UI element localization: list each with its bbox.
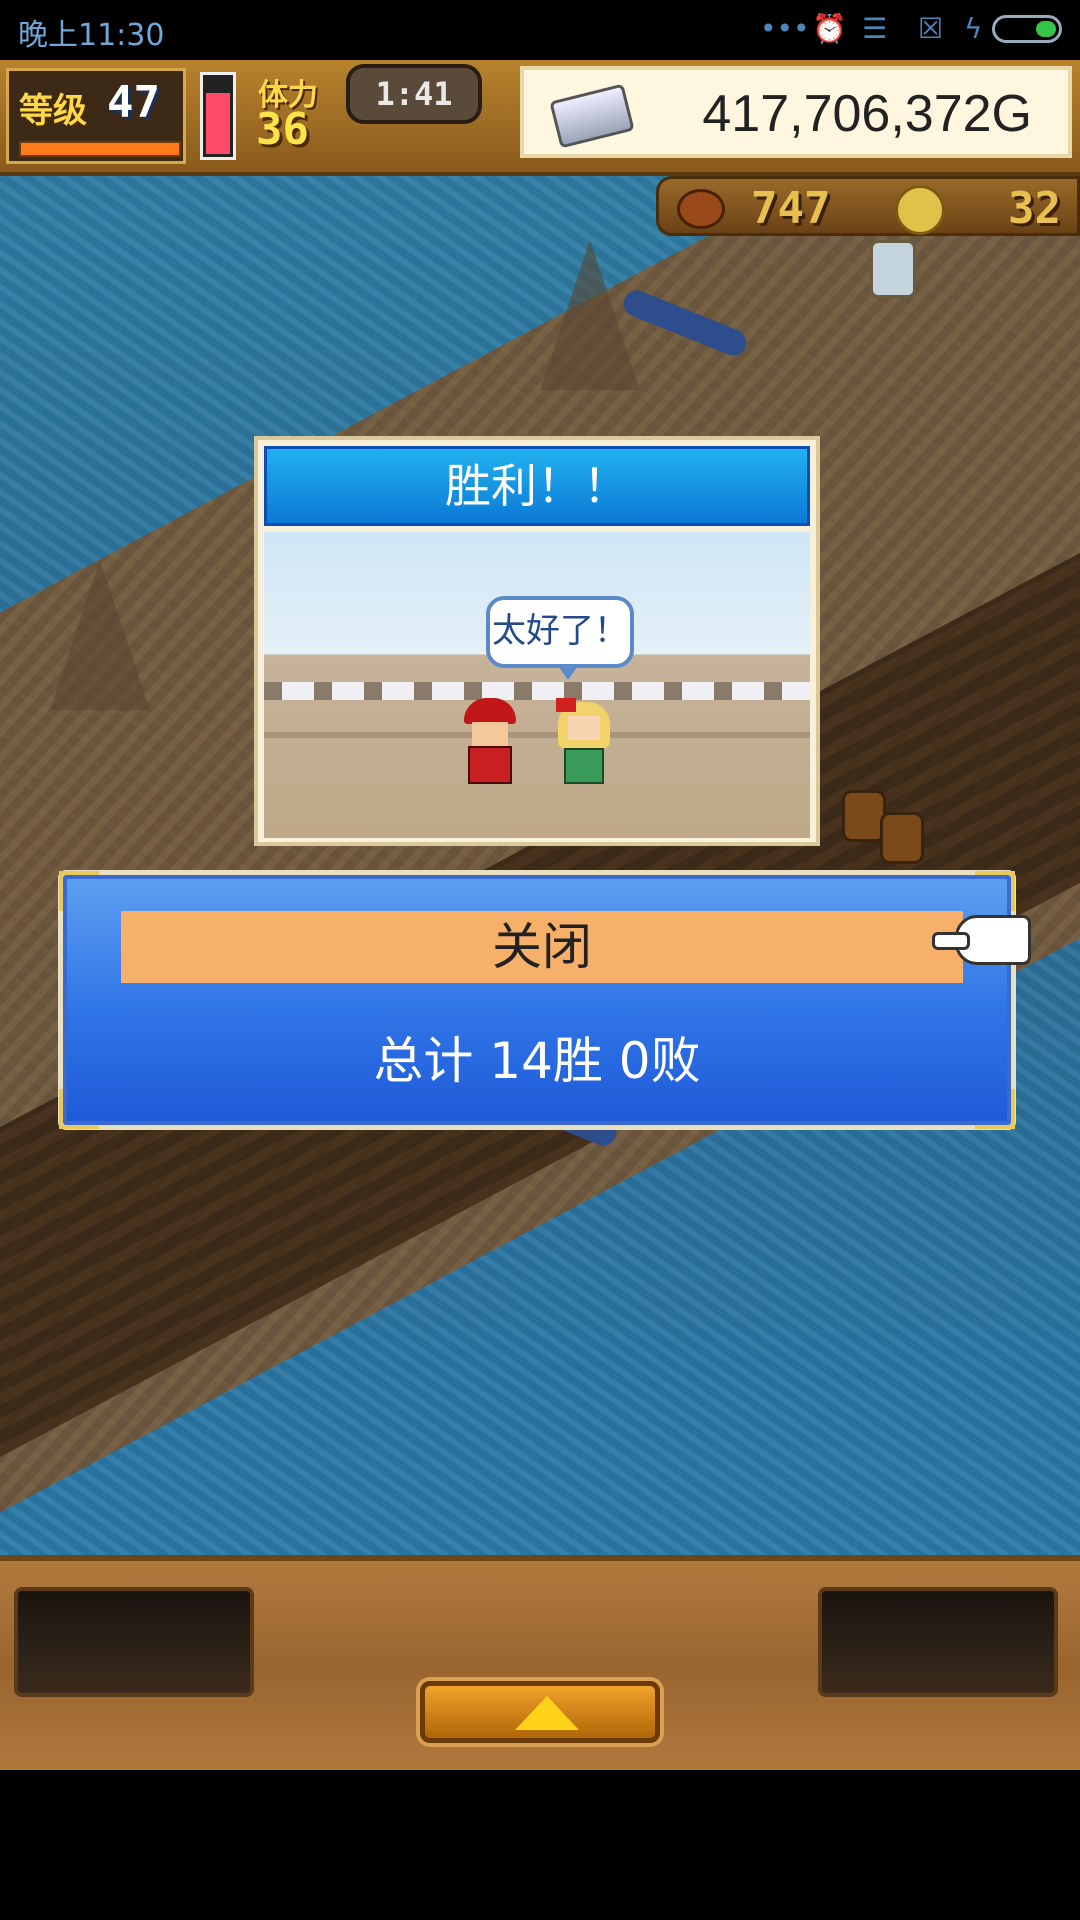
food-value: 747 xyxy=(751,183,831,234)
charging-icon: ϟ xyxy=(964,12,983,45)
medal-value: 32 xyxy=(1008,183,1061,234)
no-sim-icon: ☒ xyxy=(918,12,944,45)
victory-scene: 太好了！ xyxy=(264,532,810,838)
battery-icon xyxy=(992,15,1062,43)
rigging-net xyxy=(540,240,640,390)
up-arrow-icon xyxy=(515,1696,579,1730)
corner-ornament xyxy=(975,1089,1015,1129)
pirate-captain-sprite xyxy=(462,698,518,784)
money-value: 417,706,372G xyxy=(702,85,1032,143)
left-panel-slot[interactable] xyxy=(14,1587,254,1697)
bottom-panel xyxy=(0,1555,1080,1776)
corner-ornament xyxy=(975,871,1015,911)
level-label: 等级 xyxy=(19,91,87,131)
corner-ornament xyxy=(59,1089,99,1129)
silver-bar-icon xyxy=(549,83,635,149)
win-loss-record: 总计 14胜 0败 xyxy=(373,1032,701,1090)
more-dots-icon: ••• xyxy=(760,12,810,45)
timer: 1:41 xyxy=(346,64,482,124)
status-time: 晚上11:30 xyxy=(18,18,165,53)
stamina-gauge xyxy=(200,72,236,160)
deck-plank xyxy=(264,732,810,738)
speech-bubble-tail xyxy=(558,666,578,680)
rigging-net xyxy=(50,560,150,710)
level-value: 47 xyxy=(107,77,160,128)
right-panel-slot[interactable] xyxy=(818,1587,1058,1697)
wifi-icon: ☰ xyxy=(862,12,888,45)
top-hud: 等级 47 体力 36 1:41 417,706,372G xyxy=(0,60,1080,176)
barrel xyxy=(880,812,924,864)
exp-bar xyxy=(19,141,181,157)
deck-lamp xyxy=(870,240,916,298)
status-bar: 晚上11:30 ••• ⏰ ☰ ☒ ϟ xyxy=(0,0,1080,60)
gold-medal-icon xyxy=(895,185,945,235)
result-window: 关闭 总计 14胜 0败 xyxy=(58,870,1031,1130)
pointing-hand-icon xyxy=(932,915,1031,965)
meat-icon xyxy=(677,189,725,229)
corner-ornament xyxy=(59,871,99,911)
screen-bottom-bar xyxy=(0,1770,1080,1920)
blonde-girl-sprite xyxy=(556,698,612,784)
stamina-value: 36 xyxy=(256,104,309,155)
alarm-icon: ⏰ xyxy=(812,12,847,45)
expand-menu-button[interactable] xyxy=(420,1681,660,1743)
close-button[interactable]: 关闭 xyxy=(121,911,963,983)
money-panel: 417,706,372G xyxy=(520,66,1072,158)
victory-title: 胜利！！ xyxy=(264,446,810,526)
speech-bubble: 太好了！ xyxy=(486,596,634,668)
deck-railing xyxy=(264,682,810,700)
victory-window: 胜利！！ 太好了！ xyxy=(254,436,820,846)
level-panel: 等级 47 xyxy=(6,68,186,164)
resource-bar: 747 32 xyxy=(656,176,1080,236)
